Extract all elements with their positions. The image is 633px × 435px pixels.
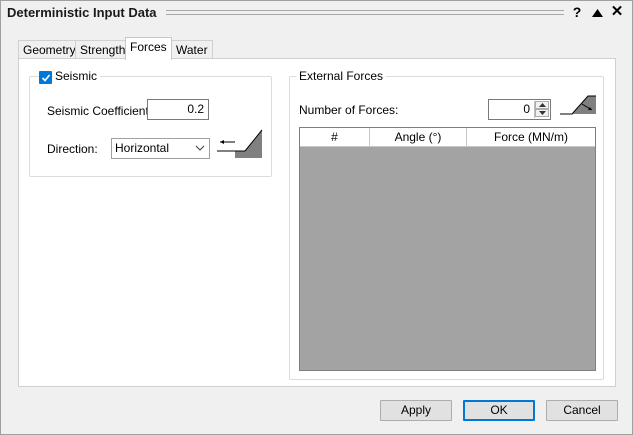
ok-button[interactable]: OK	[463, 400, 535, 421]
collapse-button[interactable]	[589, 3, 605, 21]
triangle-up-icon	[591, 9, 603, 17]
external-forces-label: External Forces	[296, 69, 387, 83]
column-header-force[interactable]: Force (MN/m)	[467, 128, 595, 147]
seismic-coefficient-input[interactable]: 0.2	[147, 99, 209, 120]
tab-forces[interactable]: Forces	[125, 37, 172, 60]
column-header-number[interactable]: #	[300, 128, 370, 147]
number-of-forces-value: 0	[523, 102, 530, 116]
seismic-slope-icon	[217, 129, 263, 158]
seismic-coefficient-label: Seismic Coefficient:	[47, 104, 153, 118]
number-of-forces-stepper[interactable]: 0	[488, 99, 551, 120]
close-button[interactable]: ✕	[609, 3, 625, 21]
direction-select[interactable]: Horizontal	[111, 138, 210, 159]
direction-selected-value: Horizontal	[115, 141, 170, 155]
forces-table-header: # Angle (°) Force (MN/m)	[300, 128, 595, 147]
arrow-up-icon	[539, 103, 546, 107]
window-title: Deterministic Input Data	[7, 5, 157, 20]
stepper-down-button[interactable]	[535, 109, 549, 117]
stepper-buttons	[534, 101, 549, 118]
stepper-up-button[interactable]	[535, 101, 549, 109]
apply-button[interactable]: Apply	[380, 400, 452, 421]
tab-strip: Geometry Strength Forces Water	[18, 37, 618, 60]
tab-water[interactable]: Water	[171, 40, 213, 60]
chevron-down-icon	[195, 145, 205, 151]
checkmark-icon	[41, 74, 51, 82]
number-of-forces-label: Number of Forces:	[299, 103, 399, 117]
column-header-angle[interactable]: Angle (°)	[370, 128, 467, 147]
cancel-button[interactable]: Cancel	[546, 400, 618, 421]
direction-label: Direction:	[47, 142, 98, 156]
seismic-group: Seismic Seismic Coefficient: 0.2 Directi…	[29, 69, 272, 177]
arrow-down-icon	[539, 111, 546, 115]
seismic-label: Seismic	[53, 69, 101, 83]
help-button[interactable]: ?	[569, 3, 585, 21]
dialog-window: Deterministic Input Data ? ✕ Geometry St…	[0, 0, 633, 435]
forces-table[interactable]: # Angle (°) Force (MN/m)	[299, 127, 596, 371]
forces-tab-panel: Seismic Seismic Coefficient: 0.2 Directi…	[18, 58, 616, 387]
title-grip	[166, 10, 564, 15]
force-slope-icon	[560, 95, 596, 115]
external-forces-group: External Forces Number of Forces: 0 # An…	[289, 69, 604, 380]
seismic-checkbox[interactable]	[39, 71, 52, 84]
title-bar[interactable]: Deterministic Input Data ? ✕	[1, 1, 632, 23]
tab-strength[interactable]: Strength	[75, 40, 131, 60]
tab-geometry[interactable]: Geometry	[18, 40, 81, 60]
